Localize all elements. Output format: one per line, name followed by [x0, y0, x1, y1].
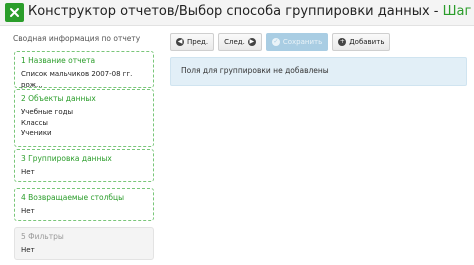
- summary-card-grouping[interactable]: 3 Группировка данных Нет: [14, 149, 154, 182]
- next-button-label: След.: [224, 38, 245, 46]
- save-icon: ✓: [271, 38, 280, 46]
- card-value: Классы: [21, 118, 48, 127]
- card-title: 5 Фильтры: [21, 232, 64, 241]
- empty-grouping-notice: Поля для группировки не добавлены: [170, 57, 467, 86]
- prev-button[interactable]: ◀ Пред.: [170, 33, 215, 51]
- close-icon: [10, 8, 19, 17]
- card-title: 3 Группировка данных: [21, 154, 112, 163]
- card-value: Ученики: [21, 129, 52, 137]
- chevron-right-icon: ▶: [247, 38, 256, 46]
- card-title: 4 Возвращаемые столбцы: [21, 193, 125, 202]
- summary-card-report-name[interactable]: 1 Название отчета Список мальчиков 2007-…: [14, 51, 154, 89]
- save-button[interactable]: ✓ Сохранить: [265, 33, 329, 51]
- step-indicator: Шаг 3: [442, 4, 474, 19]
- summary-card-data-objects[interactable]: 2 Объекты данных Учебные годы Классы Уче…: [14, 89, 154, 147]
- next-button[interactable]: След. ▶: [218, 33, 262, 51]
- add-button[interactable]: + Добавить: [332, 33, 391, 51]
- page-title: Конструктор отчетов/Выбор способа группи…: [28, 4, 474, 19]
- sidebar-title: Сводная информация по отчету: [13, 34, 141, 43]
- page-title-text: Конструктор отчетов/Выбор способа группи…: [28, 4, 443, 19]
- card-value: Нет: [21, 246, 35, 254]
- close-button[interactable]: [5, 3, 24, 22]
- plus-icon: +: [338, 38, 347, 46]
- prev-button-label: Пред.: [187, 38, 209, 46]
- add-button-label: Добавить: [349, 38, 385, 46]
- chevron-left-icon: ◀: [176, 38, 184, 46]
- toolbar: ◀ Пред. След. ▶ ✓ Сохранить + Добавить: [170, 33, 391, 51]
- card-title: 2 Объекты данных: [21, 94, 96, 103]
- card-title: 1 Название отчета: [21, 56, 96, 65]
- card-value: Учебные годы: [21, 108, 73, 116]
- card-value: Нет: [21, 207, 35, 215]
- save-button-label: Сохранить: [282, 38, 323, 46]
- card-value: Список мальчиков 2007-08 гг. рож...: [21, 70, 133, 89]
- summary-card-columns[interactable]: 4 Возвращаемые столбцы Нет: [14, 188, 154, 221]
- window-header: Конструктор отчетов/Выбор способа группи…: [0, 0, 474, 26]
- summary-card-filters: 5 Фильтры Нет: [14, 227, 154, 260]
- card-value: Нет: [21, 168, 35, 176]
